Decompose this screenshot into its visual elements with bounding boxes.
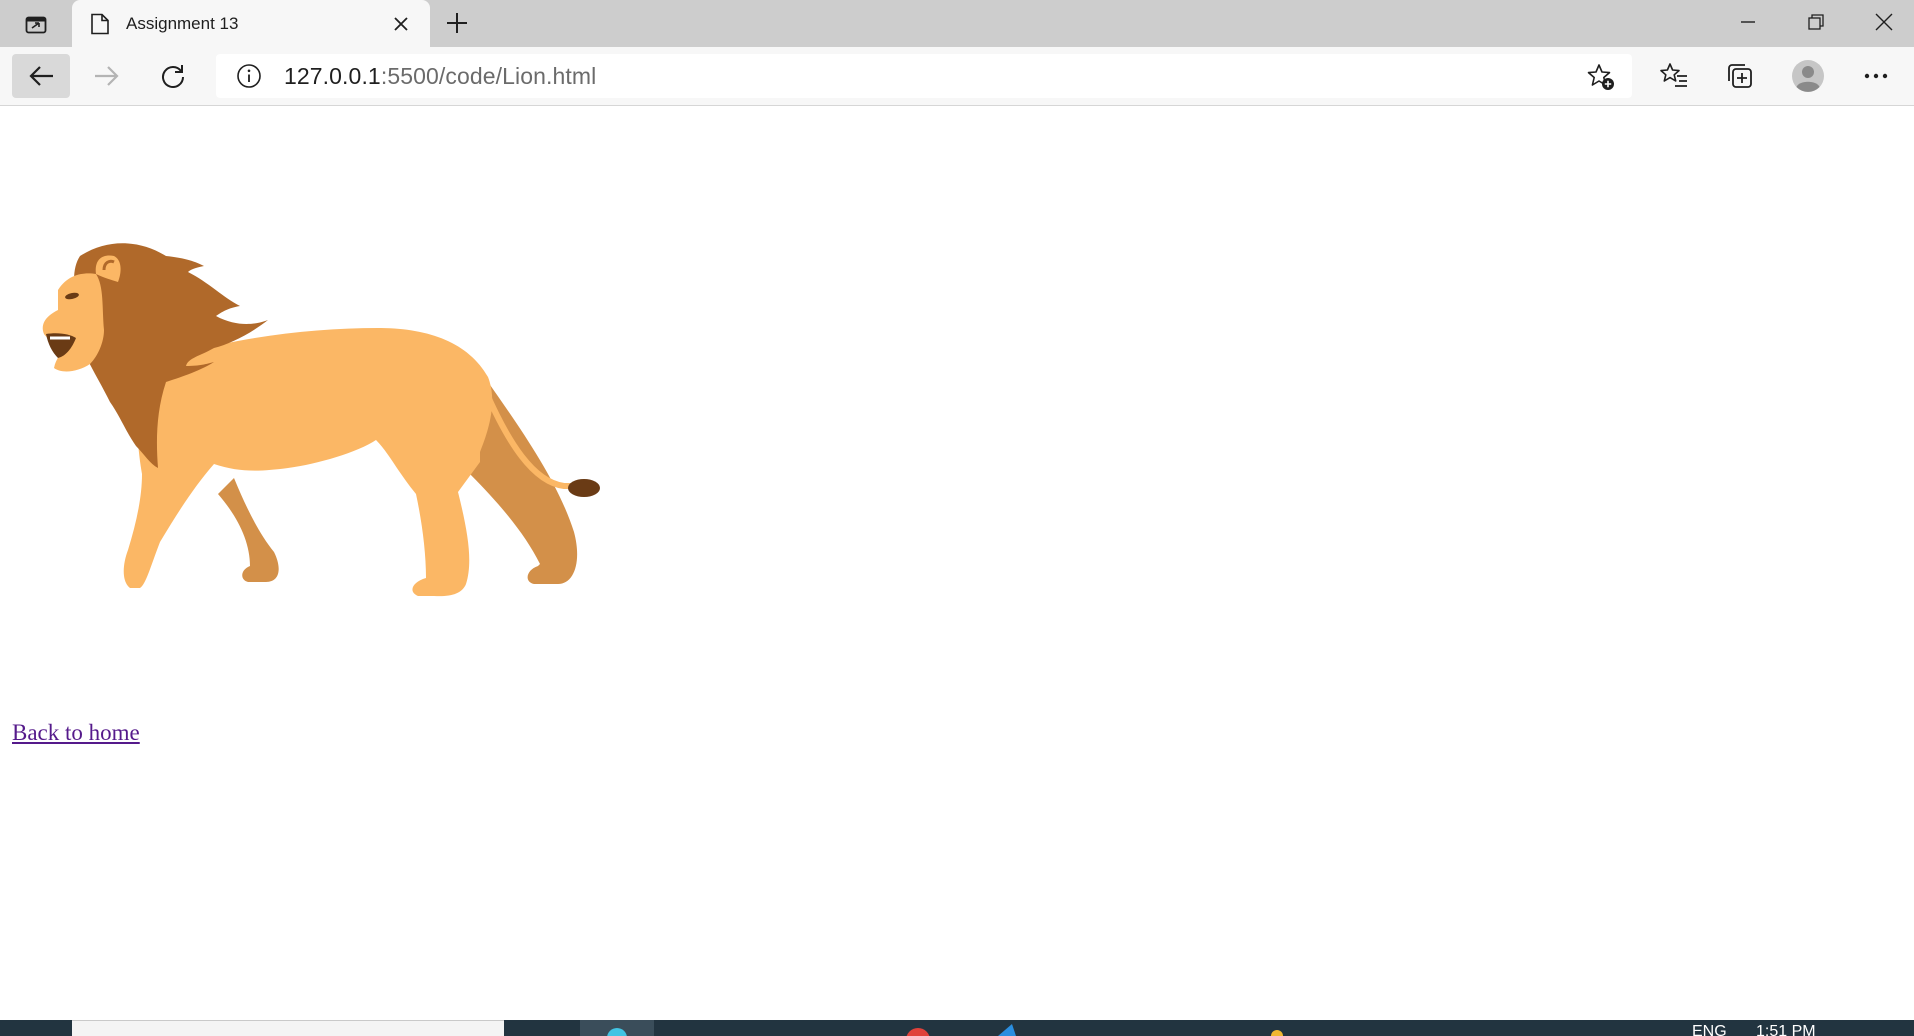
new-tab-button[interactable] [440, 8, 474, 38]
refresh-button[interactable] [144, 54, 202, 98]
address-bar[interactable]: 127.0.0.1:5500/code/Lion.html [216, 54, 1632, 98]
lion-front-leg-far [218, 478, 279, 582]
restore-icon [1808, 14, 1824, 30]
folder-icon [1271, 1030, 1283, 1036]
page-icon [91, 13, 109, 35]
profile-button[interactable] [1780, 54, 1836, 98]
plus-icon [447, 13, 467, 33]
avatar-icon [1792, 60, 1824, 92]
lion-face [42, 273, 104, 372]
more-icon [1864, 73, 1888, 79]
add-favorite-icon[interactable] [1586, 62, 1616, 92]
minimize-icon [1741, 21, 1755, 23]
close-icon [394, 17, 408, 31]
url-host: 127.0.0.1 [284, 62, 381, 89]
minimize-button[interactable] [1714, 0, 1782, 44]
close-window-icon [1875, 13, 1893, 31]
active-tab[interactable]: Assignment 13 [72, 0, 430, 48]
collections-button[interactable] [1712, 54, 1768, 98]
url-path: :5500/code/Lion.html [380, 62, 597, 89]
chrome-icon [906, 1028, 930, 1036]
tab-title: Assignment 13 [126, 14, 239, 33]
browser-toolbar: 127.0.0.1:5500/code/Lion.html [0, 47, 1914, 106]
restore-button[interactable] [1782, 0, 1850, 44]
tab-actions-button[interactable] [16, 10, 56, 40]
tab-close-button[interactable] [386, 9, 416, 39]
lion-image [42, 243, 600, 597]
favorites-icon [1660, 63, 1687, 87]
refresh-icon [162, 65, 184, 88]
taskbar-app-chrome[interactable] [898, 1020, 938, 1036]
tray-clock[interactable]: 1:51 PM [1756, 1024, 1816, 1036]
arrow-right-icon [95, 66, 119, 86]
taskbar-active-app[interactable] [580, 1020, 654, 1036]
back-button[interactable] [12, 54, 70, 98]
back-to-home-link[interactable]: Back to home [12, 720, 140, 746]
tab-strip: Assignment 13 [0, 0, 1914, 48]
taskbar-app-icon [607, 1028, 627, 1036]
lion-tail-tip [568, 479, 600, 497]
vscode-icon [998, 1024, 1016, 1036]
arrow-left-icon [29, 66, 53, 86]
favorites-button[interactable] [1646, 54, 1702, 98]
taskbar-app-vscode[interactable] [990, 1020, 1020, 1036]
url-text[interactable]: 127.0.0.1:5500/code/Lion.html [284, 63, 596, 90]
collections-icon [1728, 64, 1752, 88]
tray-language[interactable]: ENG [1692, 1024, 1727, 1036]
tab-actions-icon [25, 16, 47, 34]
close-window-button[interactable] [1850, 0, 1914, 44]
taskbar-app-folder[interactable] [1264, 1020, 1290, 1036]
forward-button[interactable] [78, 54, 136, 98]
info-icon[interactable] [236, 63, 262, 89]
taskbar-search-box[interactable] [72, 1020, 504, 1036]
settings-more-button[interactable] [1848, 54, 1904, 98]
